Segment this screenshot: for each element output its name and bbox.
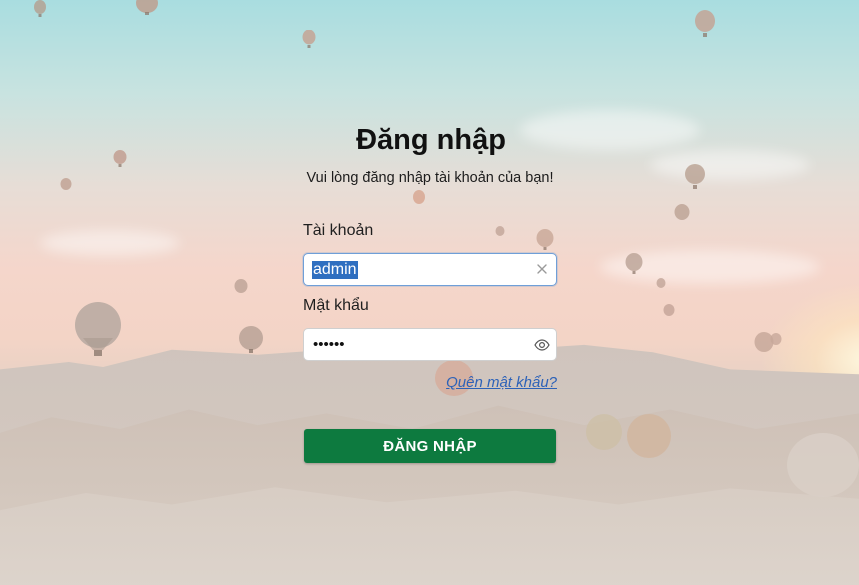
login-button[interactable]: ĐĂNG NHẬP [304, 429, 556, 463]
username-field[interactable]: admin [303, 253, 557, 286]
page-title: Đăng nhập [356, 124, 506, 156]
balloon-icon [60, 178, 72, 192]
eye-icon[interactable] [534, 337, 550, 353]
balloon-icon [684, 164, 706, 190]
balloon-icon [656, 278, 666, 290]
balloon-icon [33, 0, 47, 18]
password-field[interactable]: •••••• [303, 328, 557, 361]
login-form: Đăng nhập Vui lòng đăng nhập tài khoản c… [303, 118, 557, 463]
balloon-icon [694, 10, 716, 38]
password-label: Mật khẩu [303, 297, 369, 314]
balloon-icon [238, 326, 264, 354]
balloon-icon [302, 30, 316, 50]
balloon-icon [113, 150, 127, 168]
balloon-icon [625, 253, 643, 275]
forgot-password-link[interactable]: Quên mật khẩu? [303, 373, 557, 393]
login-page-background: Đăng nhập Vui lòng đăng nhập tài khoản c… [0, 0, 859, 585]
page-subtitle: Vui lòng đăng nhập tài khoản của bạn! [306, 170, 554, 186]
balloon-icon [663, 304, 675, 318]
balloon-icon [135, 0, 159, 16]
cloud [40, 230, 180, 256]
password-value[interactable]: •••••• [313, 335, 345, 355]
close-icon[interactable] [535, 262, 549, 276]
balloon-icon [73, 302, 123, 358]
username-value[interactable]: admin [312, 261, 358, 279]
balloon-icon [626, 414, 672, 464]
balloon-icon [786, 432, 859, 498]
balloon-icon [674, 204, 690, 224]
balloon-icon [234, 279, 248, 297]
balloon-icon [584, 414, 624, 454]
balloon-icon [754, 332, 782, 358]
cloud [650, 150, 810, 180]
username-label: Tài khoản [303, 222, 374, 239]
